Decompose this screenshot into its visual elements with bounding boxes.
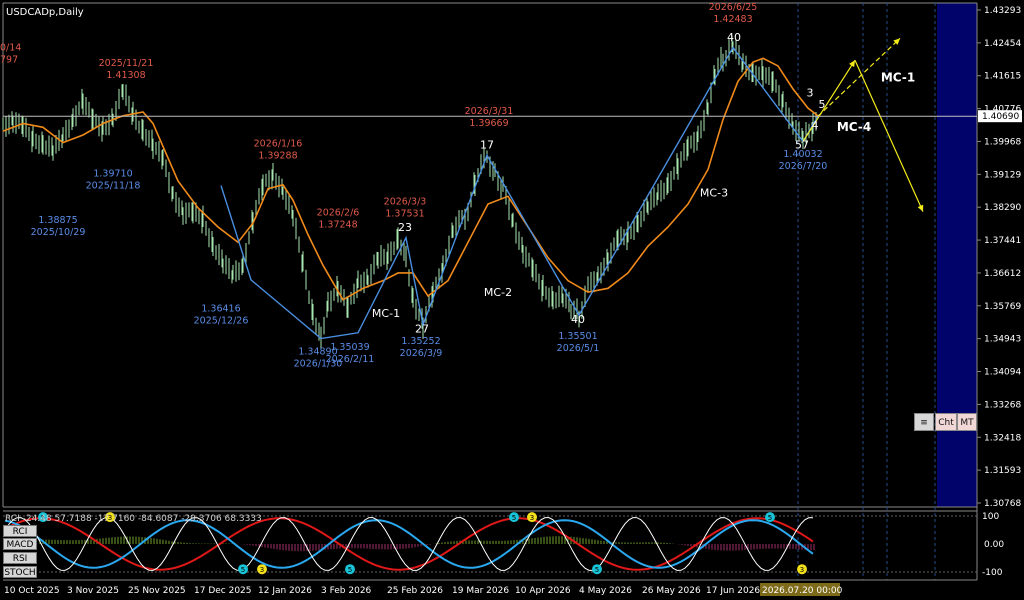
structure-label: MC-3 [700,186,728,199]
price-tick-label: 1.42454 [984,39,1021,49]
pivot-value-label: 1.39288 [258,150,297,161]
date-tick-label: 17 Dec 2025 [194,586,252,596]
date-tick-label: 4 May 2026 [579,586,632,596]
pivot-date-label: 1.38875 [38,215,77,226]
date-tick-label: 12 Jan 2026 [258,586,312,596]
date-tick-label: 10 Oct 2025 [4,586,60,596]
pivot-value-label: 2025/10/29 [31,227,86,238]
pivot-date-label: 2025/11/21 [99,58,154,69]
pivot-value-label: 2026/7/20 [779,161,828,172]
price-tick-label: 1.43293 [984,6,1021,16]
pivot-date-label: 1.35252 [401,336,440,347]
signal-marker-label: 5 [348,566,352,574]
crosshair-date-label: 2026.07.20 00:00 [762,586,843,596]
chart-title: USDCADp,Daily [6,7,84,18]
stoch-tab[interactable]: STOCH [3,566,37,578]
pivot-date-label: 1.35501 [558,331,597,342]
indicator-header: RCI -24.48 57.7188 -17.7160 -84.6087 -29… [5,514,262,524]
pivot-date-label: 2026/1/16 [254,138,303,149]
date-tick-label: 25 Feb 2026 [387,586,443,596]
wave-count-label: 23 [398,221,412,234]
signal-marker-label: 5 [241,566,245,574]
pivot-date-label: 2026/3/3 [384,197,427,208]
wave-count-label: 17 [480,138,494,151]
pivot-value-label: 1.42483 [713,14,752,25]
signal-marker-label: 5 [512,514,516,522]
signal-marker-label: 3 [800,566,804,574]
wave-count-label: 40 [727,31,741,44]
chart-window[interactable]: 5/10/14407972025/11/211.413081.397102025… [0,0,1024,600]
price-tick-label: 1.39129 [984,170,1021,180]
price-tick-label: 1.31593 [984,466,1021,476]
wave-count-label: 57 [795,138,809,151]
mt-button[interactable]: MT [957,413,977,431]
pivot-value-label: 1.37531 [385,209,424,220]
rci-tab[interactable]: RCI [3,525,37,537]
pivot-date-label: 2026/2/6 [317,207,360,218]
pivot-date-label: 1.39710 [93,168,132,179]
indicator-level-mid-label: 0.00 [984,540,1004,550]
pivot-value-label: 2026/5/1 [557,343,600,354]
signal-marker-label: 5 [595,566,599,574]
price-tick-label: 1.37441 [984,236,1021,246]
wave-count-label: 40 [571,313,585,326]
pivot-value-label: 1.37248 [318,219,357,230]
signal-marker-label: 3 [260,566,264,574]
structure-label: MC-1 [372,307,400,320]
pivot-date-label: 5/10/14 [0,43,21,54]
pivot-value-label: 40797 [0,55,18,66]
price-tick-label: 1.34094 [984,368,1021,378]
current-price-value: 1.40690 [982,112,1019,122]
pivot-date-label: 2026/3/31 [465,106,514,117]
wave-count-label: 5 [819,98,826,111]
menu-icon[interactable]: ≡ [914,413,934,431]
date-tick-label: 10 Apr 2026 [515,586,571,596]
price-tick-label: 1.38290 [984,203,1021,213]
date-tick-label: 19 Mar 2026 [452,586,509,596]
price-tick-label: 1.34943 [984,335,1021,345]
price-tick-label: 1.32418 [984,433,1021,443]
pivot-value-label: 2026/2/11 [326,354,375,365]
signal-marker-label: 5 [768,514,772,522]
structure-label: MC-4 [837,120,871,134]
price-tick-label: 1.39968 [984,137,1021,147]
structure-label: MC-1 [881,70,915,84]
wave-count-label: 3 [807,87,814,100]
date-tick-label: 3 Nov 2025 [67,586,119,596]
pivot-value-label: 2025/11/18 [86,180,141,191]
date-tick-label: 3 Feb 2026 [321,586,372,596]
pivot-date-label: 2026/6/25 [709,2,758,13]
cht-button[interactable]: Cht [935,413,957,431]
indicator-level-top-label: 100 [982,512,999,522]
price-tick-label: 1.36612 [984,269,1021,279]
pivot-value-label: 2025/12/26 [194,315,249,326]
structure-label: MC-2 [484,286,512,299]
price-tick-label: 1.35769 [984,302,1021,312]
signal-marker-label: 3 [530,514,534,522]
price-tick-label: 1.33268 [984,400,1021,410]
date-tick-label: 17 Jun 2026 [706,586,760,596]
price-tick-label: 1.41615 [984,72,1021,82]
price-tick-label: 1.30768 [984,499,1021,509]
indicator-level-bottom-label: -100 [982,568,1003,578]
wave-count-label: 4 [812,119,819,132]
pivot-value-label: 2026/3/9 [400,348,443,359]
pivot-value-label: 1.41308 [106,70,145,81]
date-tick-label: 25 Nov 2025 [128,586,186,596]
pivot-date-label: 1.36416 [201,303,240,314]
pivot-date-label: 1.35039 [330,342,369,353]
pivot-value-label: 1.39669 [469,118,508,129]
rsi-tab[interactable]: RSI [3,552,37,564]
macd-tab[interactable]: MACD [3,538,37,550]
date-tick-label: 26 May 2026 [642,586,701,596]
wave-count-label: 27 [415,322,429,335]
